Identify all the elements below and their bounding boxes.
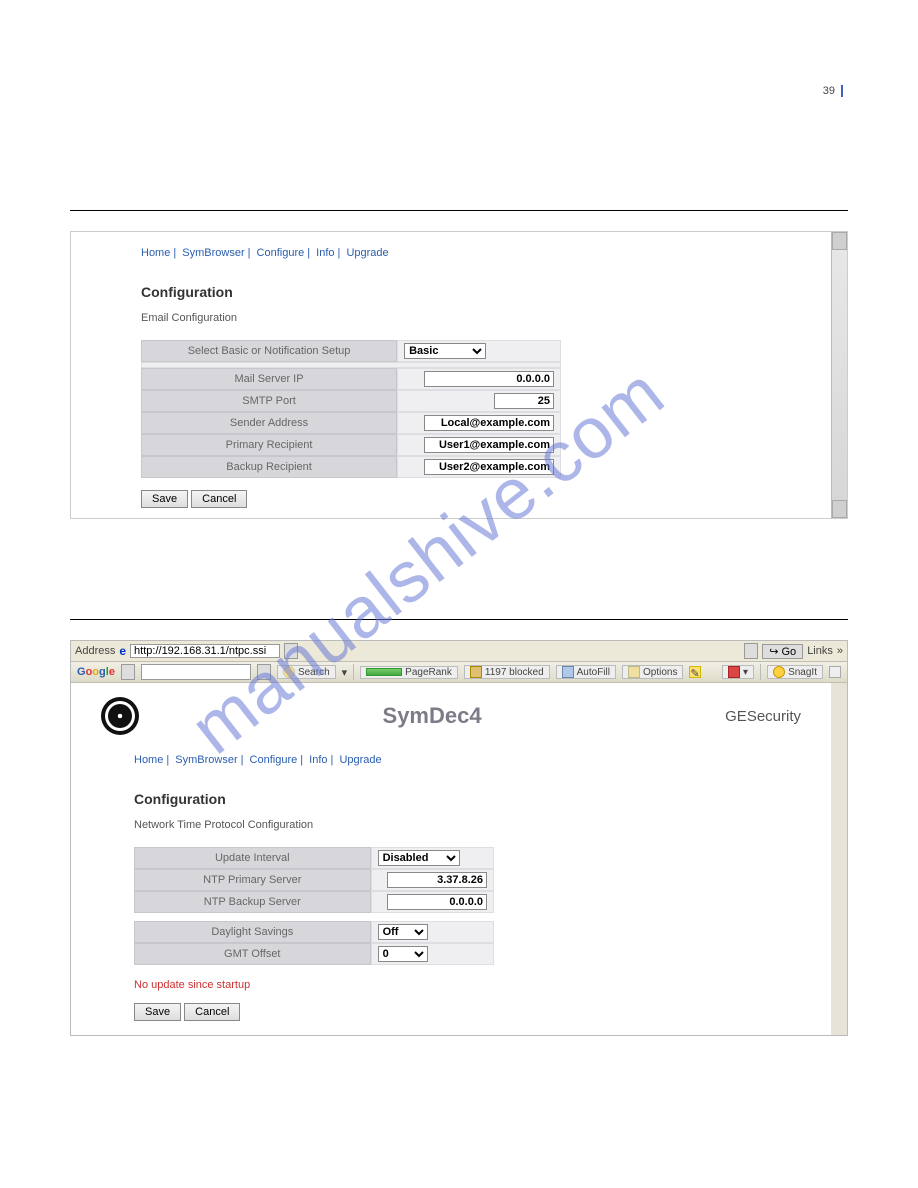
save-button[interactable]: Save — [141, 490, 188, 508]
highlight-icon[interactable]: ✎ — [689, 666, 701, 678]
breadcrumb: Home| SymBrowser| Configure| Info| Upgra… — [134, 754, 813, 766]
nav-home[interactable]: Home — [141, 247, 170, 259]
product-title: SymDec4 — [139, 703, 725, 729]
pagerank-icon — [366, 668, 402, 676]
google-search-input[interactable] — [141, 664, 251, 680]
ntp-primary-input[interactable] — [387, 872, 487, 888]
pdf-button[interactable]: ▾ — [722, 665, 754, 679]
smtp-port-label: SMTP Port — [141, 390, 397, 412]
url-dropdown-icon[interactable] — [284, 643, 298, 659]
sender-input[interactable] — [424, 415, 554, 431]
section-subtitle: Network Time Protocol Configuration — [134, 819, 813, 831]
google-logo: Google — [77, 666, 115, 678]
pagerank-button[interactable]: PageRank — [360, 666, 458, 679]
google-menu-icon[interactable] — [121, 664, 135, 680]
tz-config-table: Daylight Savings Off GMT Offset 0 — [134, 921, 494, 965]
snagit-button[interactable]: SnagIt — [767, 665, 823, 679]
popup-blocked-icon — [470, 666, 482, 678]
links-chevron-icon[interactable]: » — [837, 645, 843, 657]
search-button[interactable]: Search — [277, 665, 336, 679]
mail-server-input[interactable] — [424, 371, 554, 387]
url-input[interactable] — [130, 644, 280, 658]
backup-recipient-label: Backup Recipient — [141, 456, 397, 478]
setup-select[interactable]: Basic — [404, 343, 486, 359]
blocked-button[interactable]: 1197 blocked — [464, 665, 550, 679]
gmt-offset-label: GMT Offset — [134, 943, 371, 965]
ntp-config-table: Update Interval Disabled NTP Primary Ser… — [134, 847, 494, 913]
nav-configure[interactable]: Configure — [257, 247, 305, 259]
smtp-port-input[interactable] — [494, 393, 554, 409]
gmt-offset-select[interactable]: 0 — [378, 946, 428, 962]
nav-configure[interactable]: Configure — [250, 754, 298, 766]
status-message: No update since startup — [134, 979, 813, 991]
divider-mid — [70, 619, 848, 620]
breadcrumb: Home| SymBrowser| Configure| Info| Upgra… — [141, 247, 829, 259]
setup-label: Select Basic or Notification Setup — [141, 340, 397, 362]
address-bar: Address e ↪ Go Links » — [71, 641, 847, 662]
snagit-settings-icon[interactable] — [829, 666, 841, 678]
backup-recipient-input[interactable] — [424, 459, 554, 475]
search-icon — [283, 666, 295, 678]
nav-info[interactable]: Info — [309, 754, 327, 766]
dst-select[interactable]: Off — [378, 924, 428, 940]
update-interval-select[interactable]: Disabled — [378, 850, 460, 866]
cancel-button[interactable]: Cancel — [191, 490, 247, 508]
email-config-table: Select Basic or Notification Setup Basic… — [141, 340, 561, 478]
go-button[interactable]: ↪ Go — [762, 644, 803, 659]
options-button[interactable]: Options — [622, 665, 683, 679]
address-label: Address — [75, 645, 115, 657]
brand-right: GESecurity — [725, 708, 801, 725]
scrollbar[interactable] — [831, 232, 847, 518]
snagit-icon — [773, 666, 785, 678]
cancel-button[interactable]: Cancel — [184, 1003, 240, 1021]
mail-server-label: Mail Server IP — [141, 368, 397, 390]
page-title: Configuration — [141, 284, 829, 300]
autofill-button[interactable]: AutoFill — [556, 665, 616, 679]
sender-label: Sender Address — [141, 412, 397, 434]
divider-top — [70, 210, 848, 211]
primary-recipient-input[interactable] — [424, 437, 554, 453]
update-interval-label: Update Interval — [134, 847, 371, 869]
nav-symbrowser[interactable]: SymBrowser — [175, 754, 237, 766]
ntp-backup-label: NTP Backup Server — [134, 891, 371, 913]
save-button[interactable]: Save — [134, 1003, 181, 1021]
nav-info[interactable]: Info — [316, 247, 334, 259]
options-icon — [628, 666, 640, 678]
ntp-config-frame: Address e ↪ Go Links » Google Search ▾ P… — [70, 640, 848, 1036]
page-title: Configuration — [134, 791, 813, 807]
ge-logo — [101, 697, 139, 735]
dst-label: Daylight Savings — [134, 921, 371, 943]
nav-symbrowser[interactable]: SymBrowser — [182, 247, 244, 259]
nav-home[interactable]: Home — [134, 754, 163, 766]
section-subtitle: Email Configuration — [141, 312, 829, 324]
autofill-icon — [562, 666, 574, 678]
nav-upgrade[interactable]: Upgrade — [339, 754, 381, 766]
google-search-dropdown-icon[interactable] — [257, 664, 271, 680]
links-label[interactable]: Links — [807, 645, 833, 657]
page-number: 39 — [823, 85, 843, 97]
nav-upgrade[interactable]: Upgrade — [346, 247, 388, 259]
ntp-backup-input[interactable] — [387, 894, 487, 910]
email-config-panel: Home| SymBrowser| Configure| Info| Upgra… — [70, 231, 848, 519]
ntp-primary-label: NTP Primary Server — [134, 869, 371, 891]
primary-recipient-label: Primary Recipient — [141, 434, 397, 456]
url-history-icon[interactable] — [744, 643, 758, 659]
pdf-icon — [728, 666, 740, 678]
google-toolbar: Google Search ▾ PageRank 1197 blocked Au… — [71, 662, 847, 683]
ie-icon: e — [119, 644, 126, 658]
